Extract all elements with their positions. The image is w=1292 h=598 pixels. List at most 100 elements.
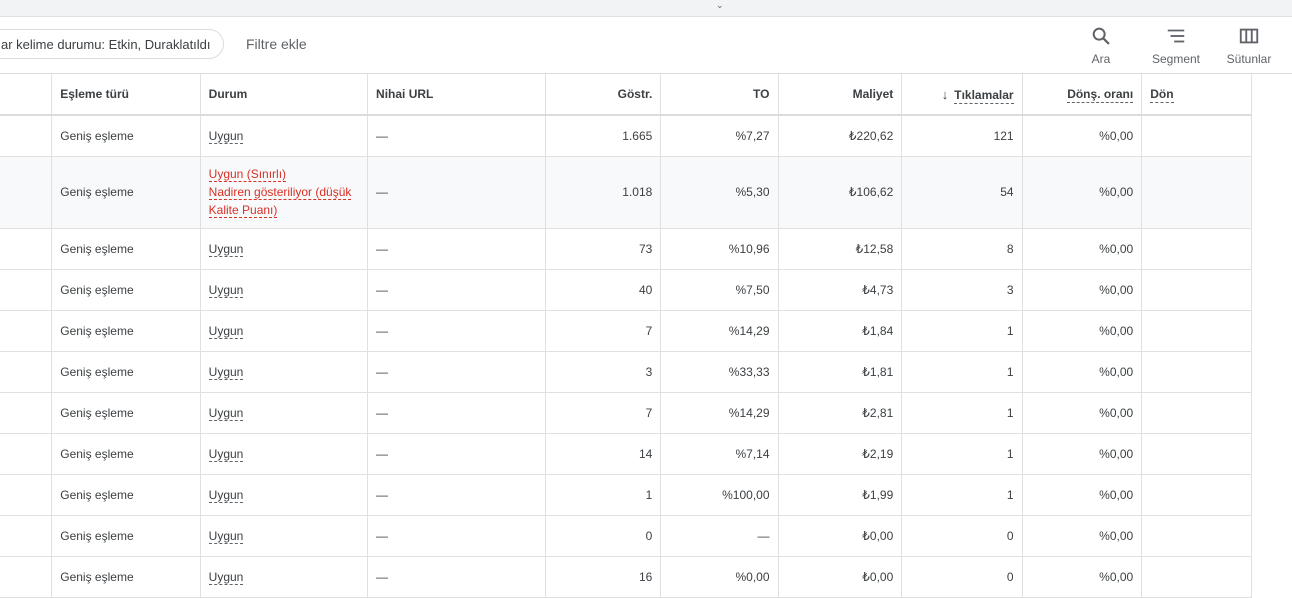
ctr-cell: %0,00 (660, 556, 779, 598)
table-row: Geniş eşleme Uygun — 16 %0,00 ₺0,00 0 %0… (0, 556, 1252, 598)
impressions-cell: 73 (545, 228, 662, 270)
impressions-cell: 3 (545, 351, 662, 393)
sort-descending-icon: ↓ (941, 86, 949, 102)
keyword-cell[interactable] (0, 351, 53, 393)
status-link[interactable]: Uygun (208, 569, 244, 585)
keyword-cell[interactable] (0, 474, 53, 516)
ctr-cell: %14,29 (660, 310, 779, 352)
status-cell: Uygun (200, 433, 369, 475)
impressions-cell: 7 (545, 392, 662, 434)
keyword-cell[interactable] (0, 269, 53, 311)
impressions-cell: 1.665 (545, 115, 662, 157)
table-row: rı Geniş eşleme Uygun — 0 — ₺0,00 0 %0,0… (0, 515, 1252, 557)
cost-cell: ₺0,00 (778, 515, 903, 557)
status-cell: Uygun (Sınırlı) Nadiren gösteriliyor (dü… (200, 156, 369, 229)
conv-rate-cell: %0,00 (1022, 115, 1143, 157)
keyword-cell[interactable]: s (0, 156, 53, 229)
keyword-cell[interactable] (0, 556, 53, 598)
ctr-cell: %33,33 (660, 351, 779, 393)
status-limited-link[interactable]: Uygun (Sınırlı) Nadiren gösteriliyor (dü… (208, 165, 359, 219)
impressions-cell: 7 (545, 310, 662, 352)
header-keyword[interactable] (0, 74, 53, 116)
table-row: m Geniş eşleme Uygun — 14 %7,14 ₺2,19 1 … (0, 433, 1252, 475)
columns-button[interactable]: Sütunlar (1214, 25, 1284, 66)
filter-chip-label: ar kelime durumu: Etkin, Duraklatıldı (1, 36, 211, 52)
next-cell (1141, 228, 1252, 270)
ctr-cell: %7,14 (660, 433, 779, 475)
header-cost[interactable]: Maliyet (778, 74, 903, 116)
keyword-cell[interactable]: m (0, 433, 53, 475)
keyword-cell[interactable]: rı (0, 515, 53, 557)
match-type-cell: Geniş eşleme (51, 474, 201, 516)
final-url-cell: — (367, 115, 546, 157)
status-cell: Uygun (200, 310, 369, 352)
status-link[interactable]: Uygun (208, 323, 244, 339)
add-filter-button[interactable]: Filtre ekle (246, 36, 307, 52)
clicks-cell: 3 (901, 269, 1023, 311)
status-cell: Uygun (200, 392, 369, 434)
match-type-cell: Geniş eşleme (51, 310, 201, 352)
header-impressions[interactable]: Göstr. (545, 74, 662, 116)
header-clicks[interactable]: ↓ Tıklamalar (901, 74, 1023, 116)
match-type-cell: Geniş eşleme (51, 156, 201, 229)
status-link[interactable]: Uygun (208, 487, 244, 503)
next-cell (1141, 115, 1252, 157)
search-button[interactable]: Ara (1066, 25, 1136, 66)
keyword-status-filter-chip[interactable]: ar kelime durumu: Etkin, Duraklatıldı (0, 29, 224, 59)
cost-cell: ₺1,99 (778, 474, 903, 516)
match-type-cell: Geniş eşleme (51, 392, 201, 434)
status-link[interactable]: Uygun (208, 128, 244, 144)
keyword-cell[interactable]: s (0, 392, 53, 434)
status-link[interactable]: Uygun (208, 241, 244, 257)
conv-rate-cell: %0,00 (1022, 515, 1143, 557)
clicks-cell: 0 (901, 556, 1023, 598)
header-status[interactable]: Durum (200, 74, 369, 116)
segment-icon (1167, 29, 1185, 43)
impressions-cell: 0 (545, 515, 662, 557)
cost-cell: ₺0,00 (778, 556, 903, 598)
conv-rate-cell: %0,00 (1022, 474, 1143, 516)
cost-cell: ₺4,73 (778, 269, 903, 311)
status-link[interactable]: Uygun (208, 405, 244, 421)
status-link[interactable]: Uygun (208, 364, 244, 380)
impressions-cell: 1 (545, 474, 662, 516)
status-link[interactable]: Uygun (208, 528, 244, 544)
status-limited-line-2: Nadiren gösteriliyor (düşük (208, 185, 352, 200)
search-icon (1092, 27, 1110, 45)
status-link[interactable]: Uygun (208, 446, 244, 462)
final-url-cell: — (367, 351, 546, 393)
cost-cell: ₺12,58 (778, 228, 903, 270)
conv-rate-cell: %0,00 (1022, 433, 1143, 475)
next-cell (1141, 269, 1252, 311)
conv-rate-cell: %0,00 (1022, 392, 1143, 434)
header-conv-rate-label: Dönş. oranı (1067, 87, 1134, 103)
caret-icon: ⌄ (716, 0, 724, 10)
clicks-cell: 1 (901, 433, 1023, 475)
status-cell: Uygun (200, 351, 369, 393)
clicks-cell: 54 (901, 156, 1023, 229)
segment-button[interactable]: Segment (1141, 25, 1211, 66)
match-type-cell: Geniş eşleme (51, 115, 201, 157)
keyword-cell[interactable]: us (0, 115, 53, 157)
header-conv-rate[interactable]: Dönş. oranı (1022, 74, 1143, 116)
next-cell (1141, 515, 1252, 557)
next-cell (1141, 310, 1252, 352)
clicks-cell: 1 (901, 310, 1023, 352)
final-url-cell: — (367, 474, 546, 516)
keyword-cell[interactable] (0, 228, 53, 270)
status-link[interactable]: Uygun (208, 282, 244, 298)
ctr-cell: %7,27 (660, 115, 779, 157)
next-cell (1141, 156, 1252, 229)
final-url-cell: — (367, 156, 546, 229)
keyword-cell[interactable] (0, 310, 53, 352)
header-ctr[interactable]: TO (660, 74, 779, 116)
header-final-url[interactable]: Nihai URL (367, 74, 546, 116)
segment-label: Segment (1151, 52, 1201, 66)
conv-rate-cell: %0,00 (1022, 351, 1143, 393)
header-next[interactable]: Dön (1141, 74, 1252, 116)
header-match-type[interactable]: Eşleme türü (51, 74, 201, 116)
final-url-cell: — (367, 228, 546, 270)
ctr-cell: %10,96 (660, 228, 779, 270)
next-cell (1141, 433, 1252, 475)
header-clicks-label: Tıklamalar (954, 87, 1014, 104)
